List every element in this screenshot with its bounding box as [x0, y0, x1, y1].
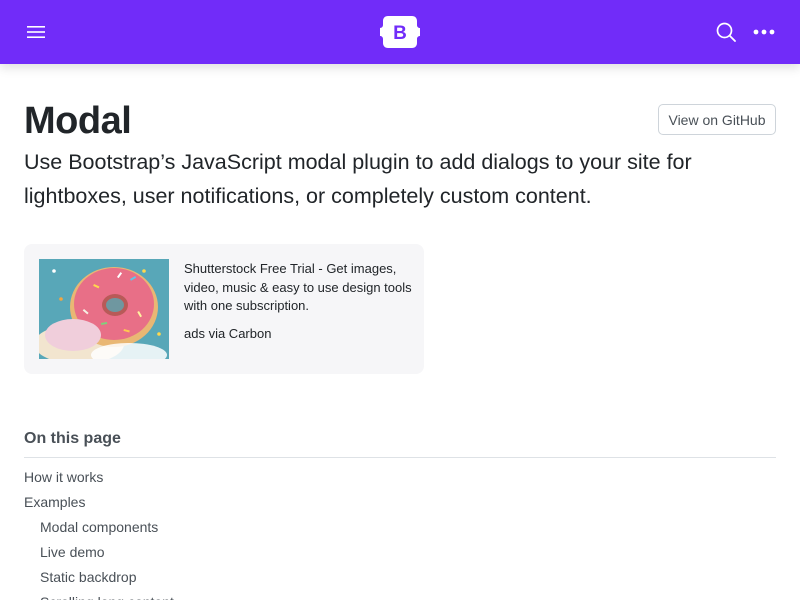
bootstrap-logo-icon: B [380, 16, 420, 48]
more-options-button[interactable] [748, 16, 780, 48]
page-lead: Use Bootstrap’s JavaScript modal plugin … [24, 150, 692, 208]
menu-button[interactable] [20, 16, 52, 48]
toc-divider [24, 457, 776, 458]
toc-item-scrolling-long-content[interactable]: Scrolling long content [24, 591, 776, 600]
bootstrap-logo[interactable]: B [380, 14, 420, 50]
toc-item-examples[interactable]: Examples [24, 491, 776, 516]
search-button[interactable] [710, 16, 742, 48]
search-icon [716, 22, 736, 42]
toc-item-how-it-works[interactable]: How it works [24, 466, 776, 491]
ad-attribution[interactable]: ads via Carbon [184, 326, 271, 341]
more-icon [753, 29, 775, 35]
view-on-github-button[interactable]: View on GitHub [658, 104, 776, 135]
donut-image [39, 259, 169, 359]
menu-icon [27, 26, 45, 38]
top-navbar: B [0, 0, 800, 64]
brand-letter: B [393, 23, 407, 44]
toc-item-static-backdrop[interactable]: Static backdrop [24, 566, 776, 591]
carbon-ad[interactable]: Shutterstock Free Trial - Get images, vi… [24, 244, 424, 374]
ad-image[interactable] [39, 259, 169, 359]
page-title: Modal [24, 100, 132, 142]
toc-item-live-demo[interactable]: Live demo [24, 541, 776, 566]
toc-item-modal-components[interactable]: Modal components [24, 516, 776, 541]
ad-text[interactable]: Shutterstock Free Trial - Get images, vi… [184, 260, 412, 316]
toc-title: On this page [24, 430, 121, 447]
toc-list: How it works Examples Modal components L… [24, 466, 776, 600]
